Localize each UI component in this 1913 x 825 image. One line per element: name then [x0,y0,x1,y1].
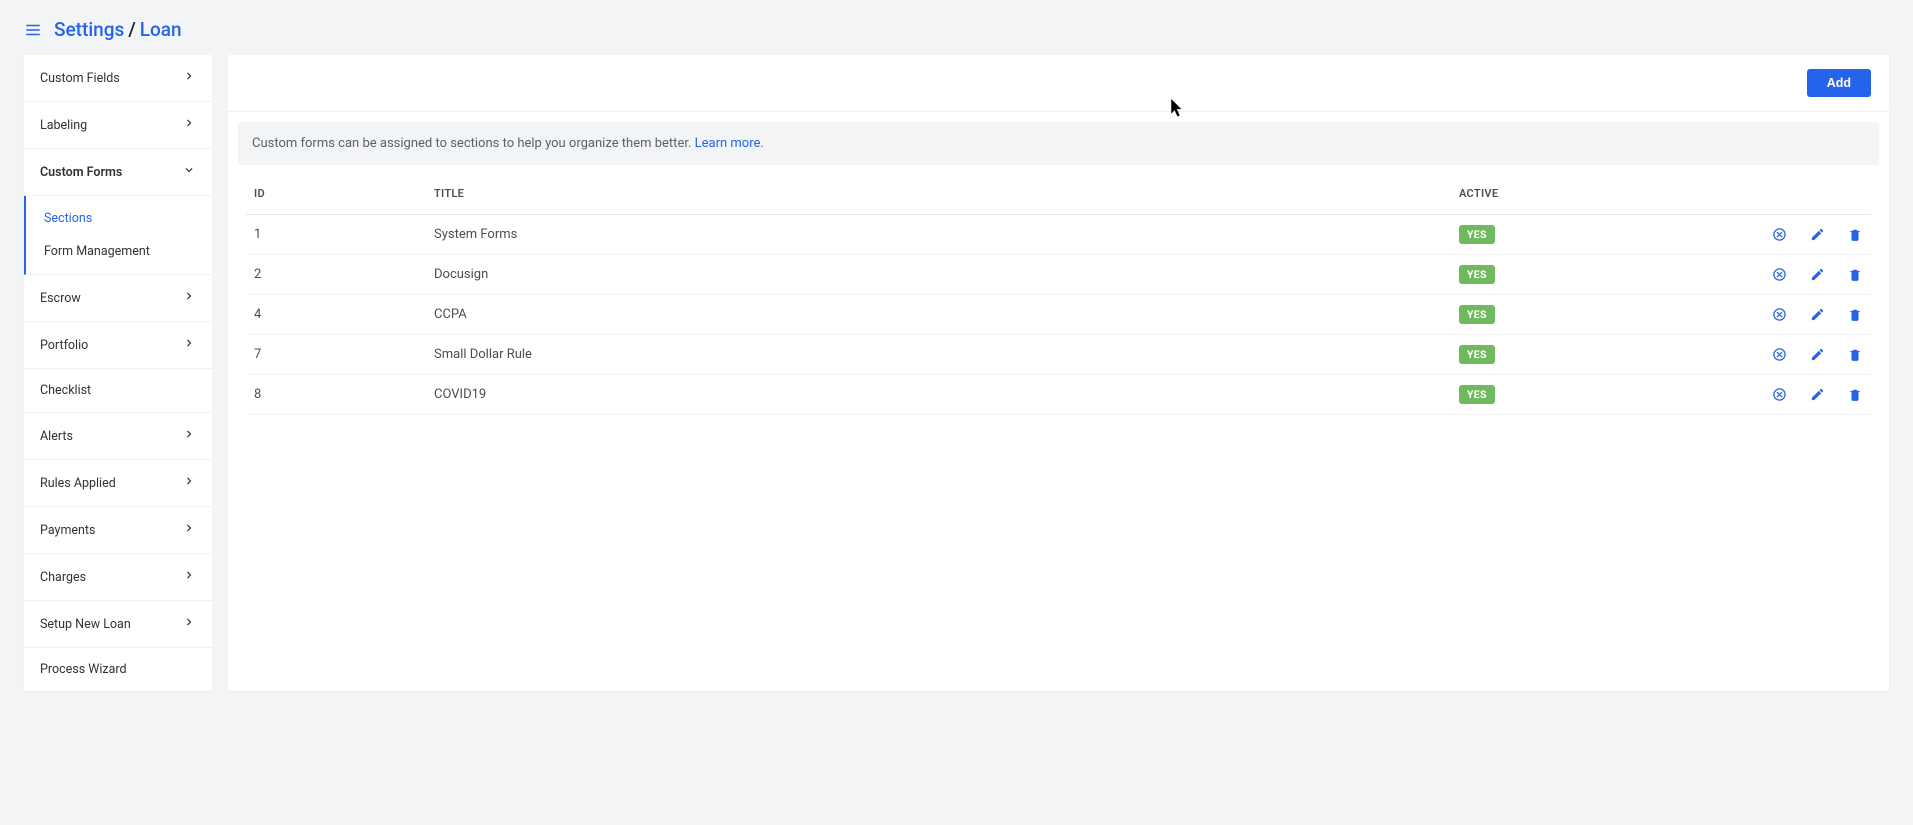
sidebar-item-portfolio[interactable]: Portfolio [24,322,212,369]
active-badge: YES [1459,265,1495,284]
sidebar-item-checklist[interactable]: Checklist [24,369,212,413]
chevron-right-icon [182,69,196,87]
edit-icon[interactable] [1809,307,1825,323]
sidebar-item-label: Payments [40,523,95,538]
delete-icon[interactable] [1847,267,1863,283]
cell-id: 8 [246,375,426,415]
sidebar-item-labeling[interactable]: Labeling [24,102,212,149]
sidebar-item-label: Custom Forms [40,165,122,180]
breadcrumb-sep: / [128,18,135,41]
cell-id: 2 [246,255,426,295]
sidebar-item-label: Escrow [40,291,81,306]
table-row: 8COVID19 YES [246,375,1871,415]
sidebar-item-alerts[interactable]: Alerts [24,413,212,460]
sidebar-subitem-form-management[interactable]: Form Management [26,235,212,268]
sidebar: Custom Fields Labeling Custom Forms Section… [24,55,212,691]
deactivate-icon[interactable] [1771,227,1787,243]
breadcrumb: Settings / Loan [24,0,1889,55]
cell-id: 1 [246,215,426,255]
table-row: 2Docusign YES [246,255,1871,295]
th-id: ID [246,175,426,215]
active-badge: YES [1459,385,1495,404]
sections-table: ID TITLE ACTIVE 1System FormsYES2Docusig… [246,175,1871,415]
cell-title: CCPA [426,295,1451,335]
table-row: 7Small Dollar Rule YES [246,335,1871,375]
sidebar-item-payments[interactable]: Payments [24,507,212,554]
breadcrumb-leaf[interactable]: Loan [140,18,182,41]
sidebar-item-charges[interactable]: Charges [24,554,212,601]
cell-title: System Forms [426,215,1451,255]
delete-icon[interactable] [1847,347,1863,363]
sidebar-item-label: Rules Applied [40,476,116,491]
sidebar-item-custom-fields[interactable]: Custom Fields [24,55,212,102]
chevron-right-icon [182,336,196,354]
cell-active: YES [1451,255,1731,295]
sidebar-item-escrow[interactable]: Escrow [24,275,212,322]
sidebar-subitem-sections[interactable]: Sections [26,202,212,235]
th-title: TITLE [426,175,1451,215]
info-banner: Custom forms can be assigned to sections… [238,122,1879,165]
sidebar-item-label: Checklist [40,383,91,398]
chevron-right-icon [182,615,196,633]
deactivate-icon[interactable] [1771,307,1787,323]
sidebar-item-rules-applied[interactable]: Rules Applied [24,460,212,507]
active-badge: YES [1459,225,1495,244]
chevron-down-icon [182,163,196,181]
sidebar-item-label: Custom Fields [40,71,120,86]
sidebar-item-custom-forms[interactable]: Custom Forms [24,149,212,196]
delete-icon[interactable] [1847,227,1863,243]
sidebar-sublist: SectionsForm Management [24,196,212,275]
cell-title: COVID19 [426,375,1451,415]
deactivate-icon[interactable] [1771,347,1787,363]
table-row: 4CCPA YES [246,295,1871,335]
edit-icon[interactable] [1809,267,1825,283]
cell-active: YES [1451,215,1731,255]
delete-icon[interactable] [1847,387,1863,403]
deactivate-icon[interactable] [1771,387,1787,403]
sidebar-item-label: Labeling [40,118,87,133]
edit-icon[interactable] [1809,347,1825,363]
add-button[interactable]: Add [1807,69,1871,97]
info-banner-dot: . [760,136,763,151]
sidebar-item-label: Setup New Loan [40,617,131,632]
sidebar-item-label: Alerts [40,429,73,444]
main-header: Add [228,55,1889,112]
active-badge: YES [1459,305,1495,324]
cell-title: Docusign [426,255,1451,295]
edit-icon[interactable] [1809,387,1825,403]
table-row: 1System Forms YES [246,215,1871,255]
edit-icon[interactable] [1809,227,1825,243]
chevron-right-icon [182,521,196,539]
sidebar-item-process-wizard[interactable]: Process Wizard [24,648,212,691]
deactivate-icon[interactable] [1771,267,1787,283]
delete-icon[interactable] [1847,307,1863,323]
cell-id: 7 [246,335,426,375]
info-banner-text: Custom forms can be assigned to sections… [252,136,695,151]
main-panel: Add Custom forms can be assigned to sect… [228,55,1889,691]
chevron-right-icon [182,289,196,307]
menu-icon[interactable] [24,21,42,39]
cell-id: 4 [246,295,426,335]
sidebar-item-label: Portfolio [40,338,88,353]
th-actions [1731,175,1871,215]
cell-active: YES [1451,295,1731,335]
learn-more-link[interactable]: Learn more [695,136,761,151]
sidebar-item-setup-new-loan[interactable]: Setup New Loan [24,601,212,648]
chevron-right-icon [182,568,196,586]
sidebar-item-label: Process Wizard [40,662,127,677]
th-active: ACTIVE [1451,175,1731,215]
sidebar-item-label: Charges [40,570,86,585]
cell-title: Small Dollar Rule [426,335,1451,375]
cell-active: YES [1451,375,1731,415]
cell-active: YES [1451,335,1731,375]
active-badge: YES [1459,345,1495,364]
chevron-right-icon [182,427,196,445]
breadcrumb-root[interactable]: Settings [54,18,124,41]
chevron-right-icon [182,474,196,492]
chevron-right-icon [182,116,196,134]
